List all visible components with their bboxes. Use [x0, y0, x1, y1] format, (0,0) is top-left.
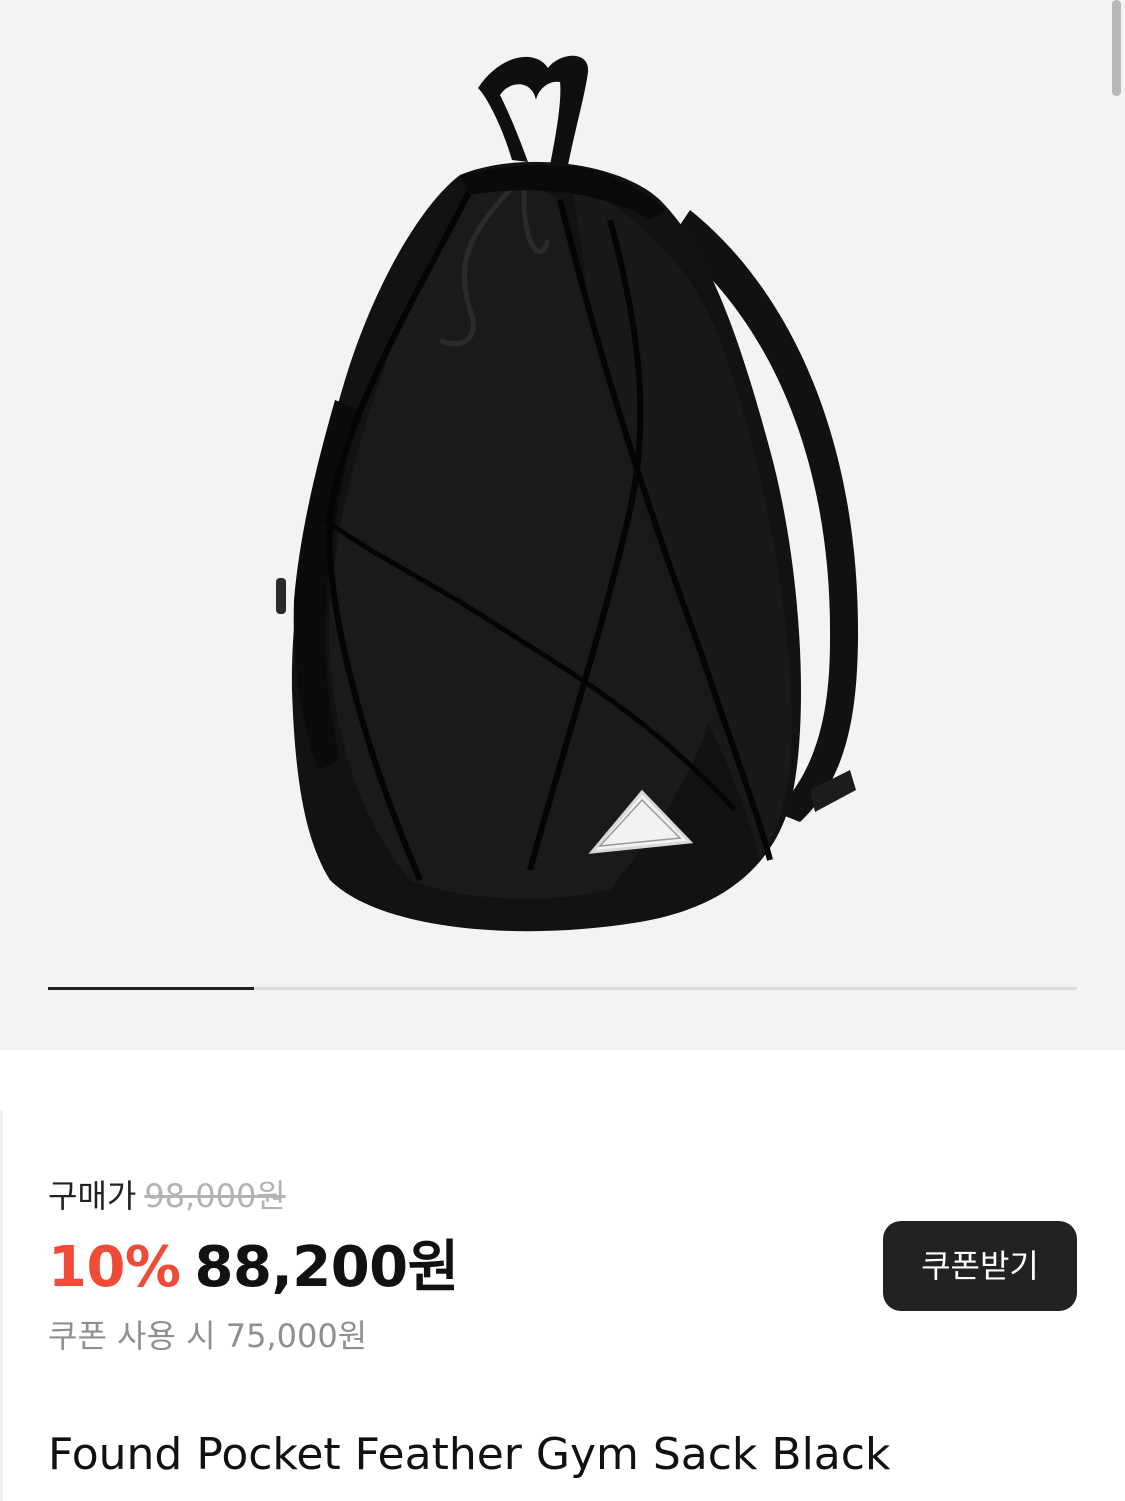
gallery-pager	[48, 987, 1077, 990]
sale-price: 88,200원	[194, 1235, 460, 1300]
product-image-gallery[interactable]	[0, 0, 1125, 1050]
get-coupon-button[interactable]: 쿠폰받기	[883, 1221, 1077, 1311]
gallery-pager-indicator	[48, 987, 254, 990]
product-image	[276, 55, 859, 932]
section-edge	[0, 1110, 3, 1501]
sale-price-row: 10% 88,200원	[48, 1234, 459, 1302]
product-detail-page: 구매가 98,000원 10% 88,200원 쿠폰 사용 시 75,000원 쿠폰…	[0, 0, 1125, 1501]
original-price: 98,000원	[144, 1177, 286, 1215]
product-name: Found Pocket Feather Gym Sack Black	[48, 1429, 891, 1480]
coupon-price-text: 쿠폰 사용 시 75,000원	[48, 1317, 368, 1355]
discount-rate: 10%	[48, 1235, 181, 1300]
page-scrollbar[interactable]	[1112, 0, 1121, 96]
price-label-row: 구매가 98,000원	[48, 1174, 286, 1218]
purchase-price-label: 구매가	[48, 1177, 137, 1215]
